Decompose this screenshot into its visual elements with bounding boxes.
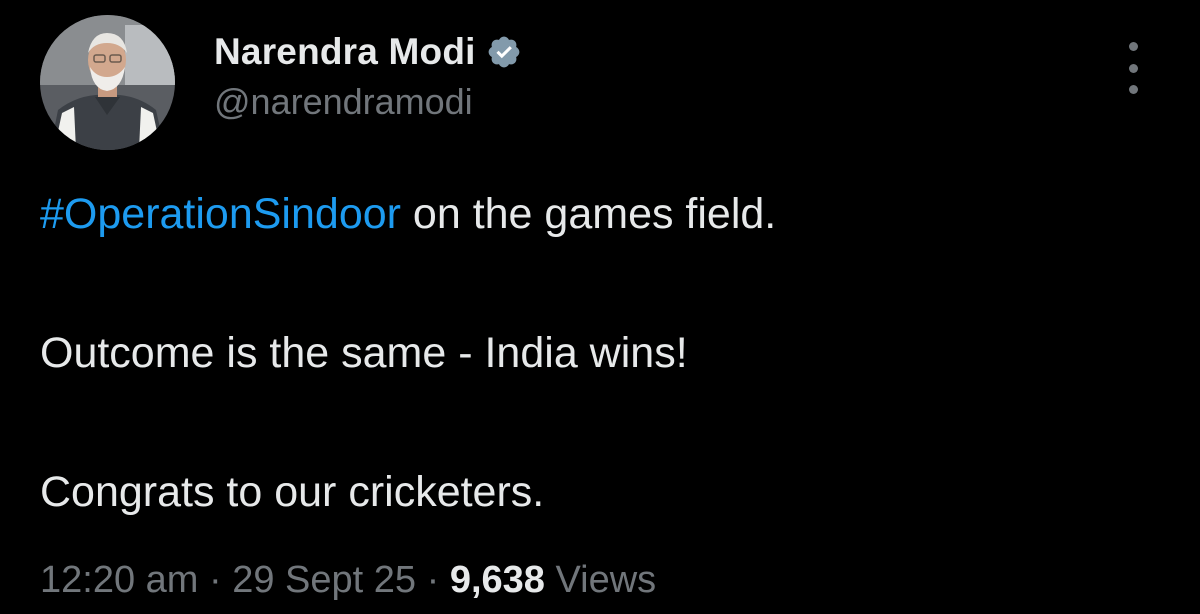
meta-separator-1: · <box>198 559 233 601</box>
tweet-time[interactable]: 12:20 am <box>40 559 198 601</box>
name-row: Narendra Modi <box>214 27 522 77</box>
avatar[interactable] <box>40 15 175 150</box>
avatar-photo <box>40 15 175 150</box>
tweet-meta: 12:20 am · 29 Sept 25 · 9,638 Views <box>40 556 656 604</box>
hashtag-link[interactable]: #OperationSindoor <box>40 190 401 238</box>
meta-separator-2: · <box>416 559 450 601</box>
verified-badge-icon <box>486 34 522 70</box>
views-label: Views <box>544 559 657 601</box>
tweet-text-line-1: #OperationSindoor on the games field. <box>40 188 776 240</box>
author-block: Narendra Modi @narendramodi <box>214 27 522 123</box>
views-count[interactable]: 9,638 <box>450 559 545 601</box>
tweet: Narendra Modi @narendramodi #OperationSi… <box>0 0 1200 614</box>
tweet-text-line-1-rest: on the games field. <box>400 190 777 238</box>
tweet-date[interactable]: 29 Sept 25 <box>232 559 416 601</box>
tweet-text-line-2: Outcome is the same - India wins! <box>40 329 688 377</box>
display-name[interactable]: Narendra Modi <box>214 31 476 73</box>
more-options-icon[interactable] <box>1118 42 1148 94</box>
handle[interactable]: @narendramodi <box>214 81 522 123</box>
tweet-text-line-3: Congrats to our cricketers. <box>40 468 545 516</box>
